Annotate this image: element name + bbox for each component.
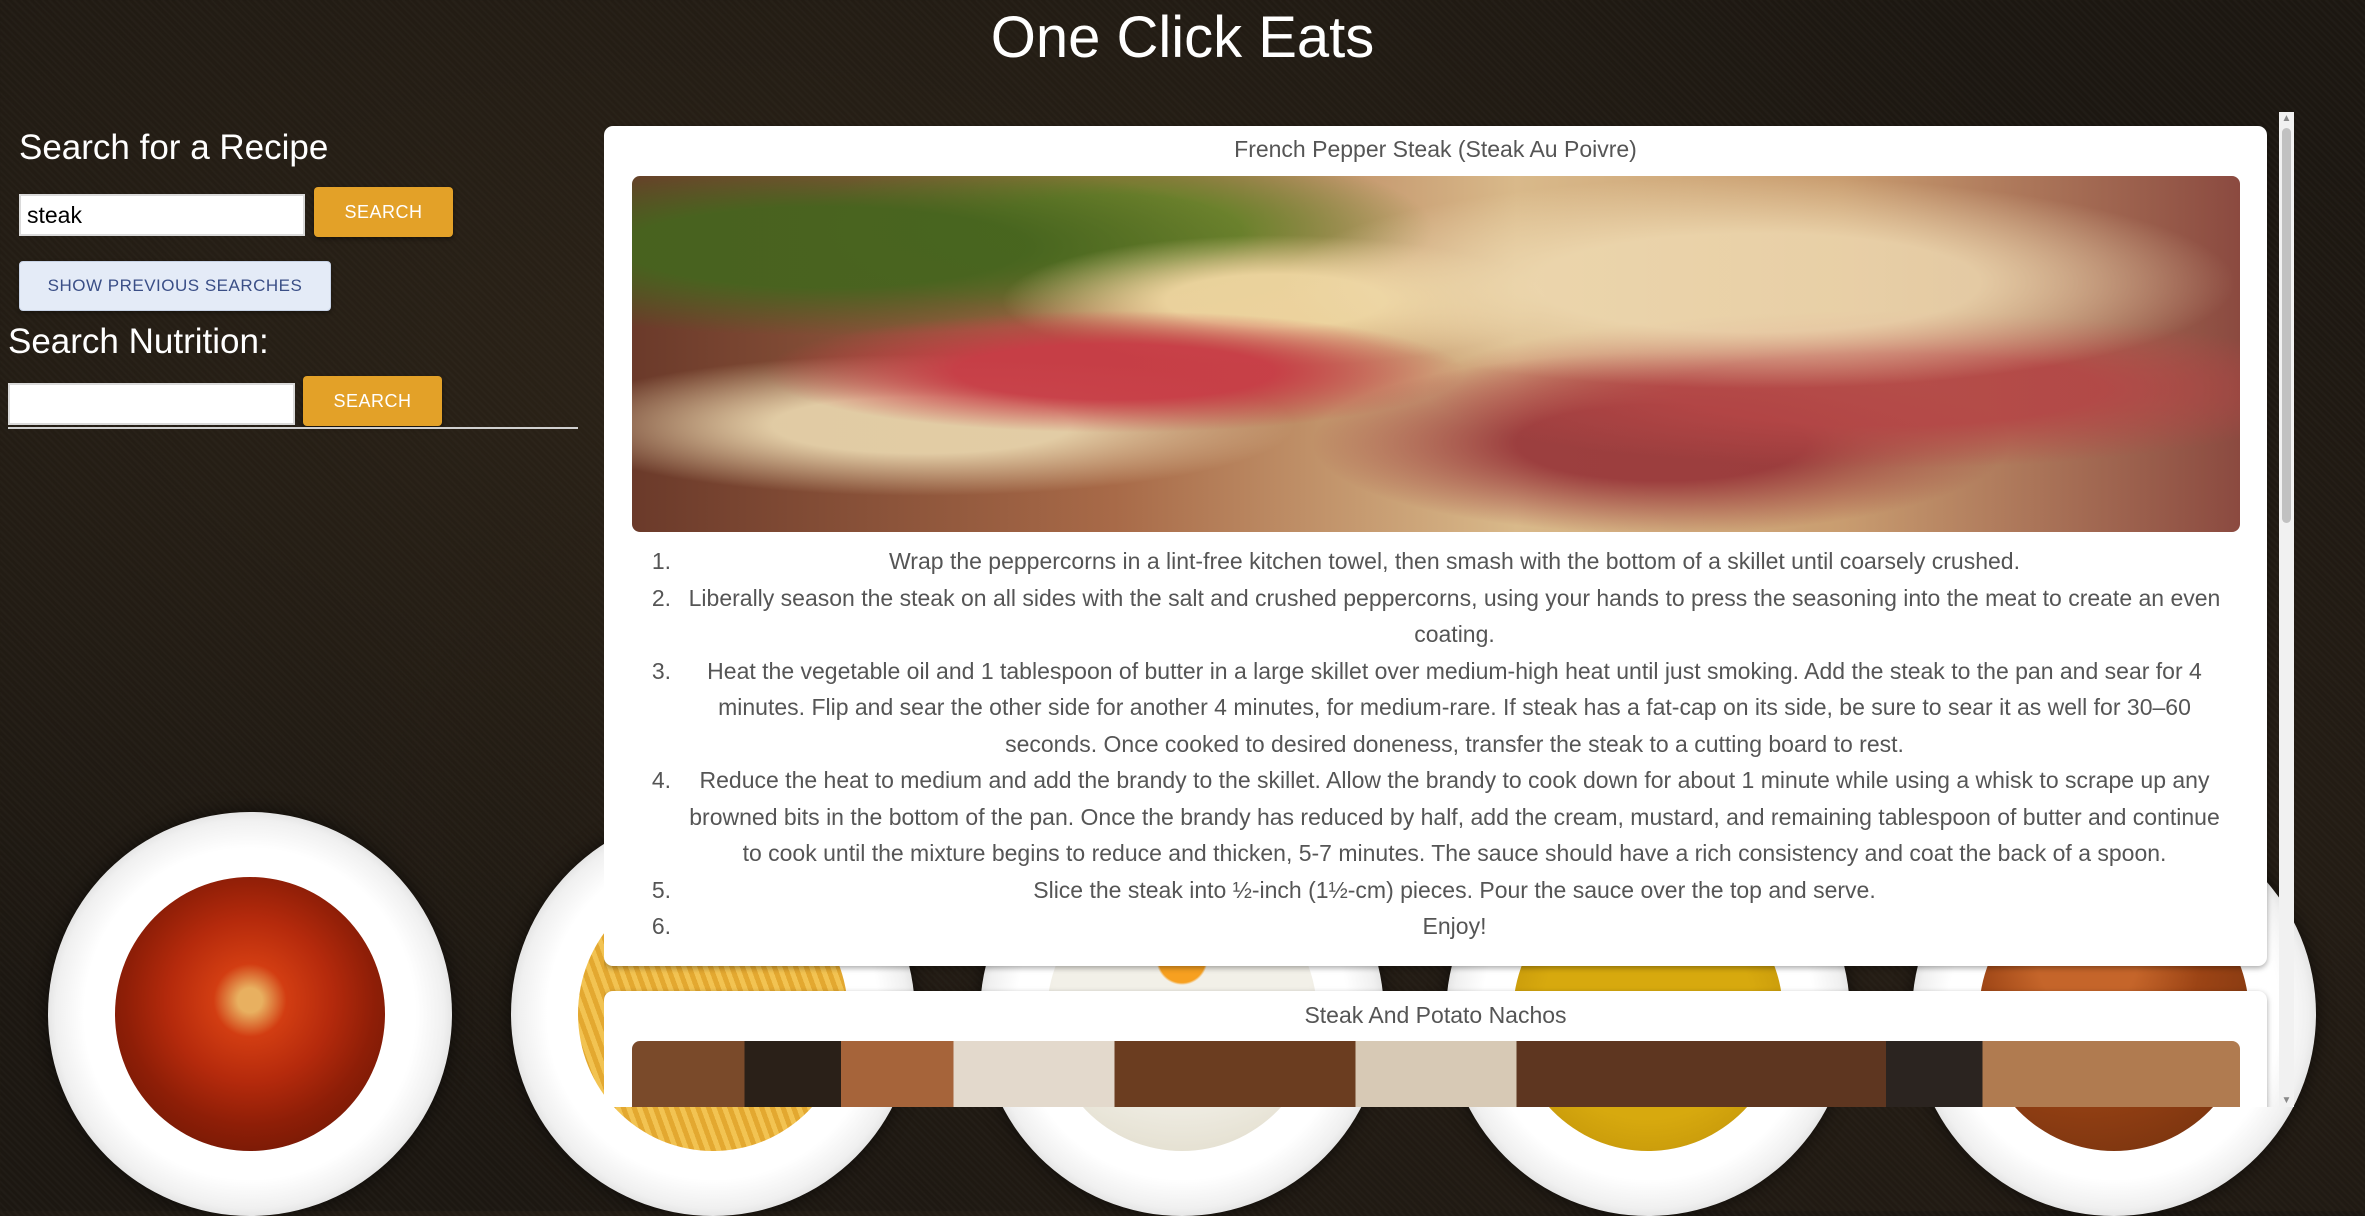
step-number: 5. (651, 876, 671, 903)
scroll-up-arrow-icon[interactable]: ▲ (2279, 112, 2294, 125)
nutrition-divider (8, 427, 578, 429)
recipe-steps-list: 1. Wrap the peppercorns in a lint-free ki… (632, 543, 2240, 945)
recipe-step: 6. Enjoy! (632, 908, 2240, 945)
step-text: Slice the steak into ½-inch (1½-cm) piec… (1033, 876, 1876, 903)
step-text: Heat the vegetable oil and 1 tablespoon … (707, 657, 2202, 757)
step-text: Liberally season the steak on all sides … (688, 584, 2221, 648)
scroll-down-arrow-icon[interactable]: ▼ (2279, 1094, 2294, 1107)
recipe-results-panel[interactable]: French Pepper Steak (Steak Au Poivre) 1.… (604, 112, 2294, 1107)
nutrition-search-button[interactable]: SEARCH (303, 376, 442, 426)
recipe-image (632, 1041, 2240, 1107)
results-scrollbar[interactable]: ▲ ▼ (2279, 112, 2294, 1107)
recipe-search-input[interactable] (19, 194, 305, 236)
step-number: 2. (651, 584, 671, 611)
recipe-search-button[interactable]: SEARCH (314, 187, 453, 237)
soup-bowl-food (115, 877, 385, 1151)
scroll-thumb[interactable] (2282, 128, 2291, 523)
recipe-search-heading: Search for a Recipe (19, 128, 329, 167)
step-text: Wrap the peppercorns in a lint-free kitc… (889, 548, 2020, 574)
step-text: Reduce the heat to medium and add the br… (689, 767, 2220, 866)
recipe-step: 4. Reduce the heat to medium and add the … (632, 762, 2240, 872)
recipe-card: French Pepper Steak (Steak Au Poivre) 1.… (604, 126, 2267, 966)
step-text: Enjoy! (1422, 913, 1487, 939)
step-number: 1. (651, 548, 671, 574)
recipe-step: 2. Liberally season the steak on all side… (632, 580, 2240, 653)
recipe-title: Steak And Potato Nachos (1304, 1002, 1567, 1028)
soup-bowl-image (48, 812, 452, 1216)
recipe-card: Steak And Potato Nachos (604, 991, 2267, 1107)
step-number: 6. (651, 913, 671, 939)
show-previous-searches-button[interactable]: SHOW PREVIOUS SEARCHES (19, 261, 331, 311)
recipe-step: 5. Slice the steak into ½-inch (1½-cm) pi… (632, 872, 2240, 909)
recipe-step: 3. Heat the vegetable oil and 1 tablespoo… (632, 653, 2240, 763)
recipe-image (632, 176, 2240, 532)
nutrition-search-heading: Search Nutrition: (8, 322, 269, 361)
search-panel: Search for a Recipe SEARCH SHOW PREVIOUS… (0, 0, 590, 440)
recipe-title: French Pepper Steak (Steak Au Poivre) (1234, 136, 1637, 162)
step-number: 3. (651, 657, 671, 684)
nutrition-search-input[interactable] (8, 383, 295, 425)
step-number: 4. (651, 767, 671, 793)
recipe-step: 1. Wrap the peppercorns in a lint-free ki… (632, 543, 2240, 580)
